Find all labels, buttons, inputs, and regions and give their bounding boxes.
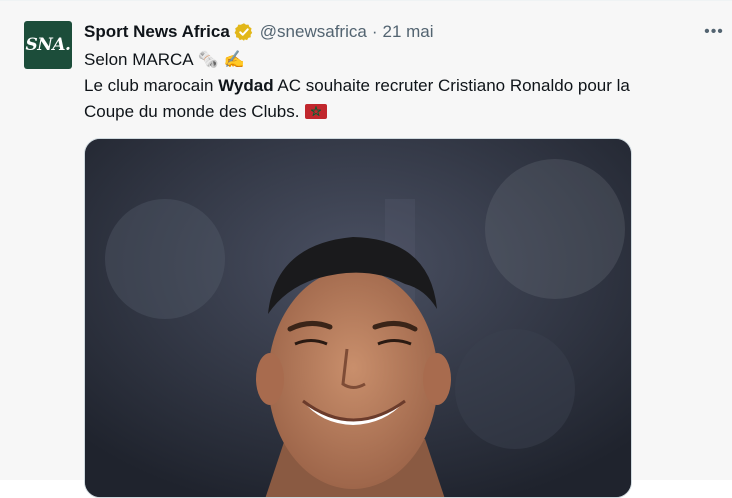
tweet-line-2-after: AC souhaite recruter Cristiano Ronaldo p… bbox=[273, 76, 630, 95]
tweet-line-2: Le club marocain Wydad AC souhaite recru… bbox=[84, 73, 724, 99]
tweet-header: Sport News Africa @snewsafrica · 21 mai bbox=[84, 21, 434, 43]
tweet-media-image[interactable] bbox=[84, 138, 632, 498]
tweet-line-1-text: Selon MARCA bbox=[84, 50, 194, 69]
tweet-line-2-before: Le club marocain bbox=[84, 76, 219, 95]
tweet-date[interactable]: 21 mai bbox=[382, 22, 433, 42]
player-photo bbox=[85, 139, 631, 497]
display-name[interactable]: Sport News Africa bbox=[84, 22, 230, 42]
avatar[interactable]: SNA. bbox=[24, 21, 72, 69]
newspaper-writing-emoji-icon: 🗞️ ✍️ bbox=[197, 50, 245, 69]
more-options-button[interactable]: ••• bbox=[700, 21, 728, 43]
tweet-line-3: Coupe du monde des Clubs. bbox=[84, 99, 724, 125]
avatar-logo-text: SNA. bbox=[25, 35, 71, 55]
tweet-card[interactable]: SNA. Sport News Africa @snewsafrica · 21… bbox=[0, 0, 732, 498]
more-icon: ••• bbox=[704, 23, 724, 40]
tweet-line-3-text: Coupe du monde des Clubs. bbox=[84, 102, 300, 121]
morocco-flag-icon bbox=[305, 104, 328, 119]
tweet-line-1: Selon MARCA 🗞️ ✍️ bbox=[84, 47, 724, 73]
verified-badge-icon bbox=[234, 22, 254, 42]
user-handle[interactable]: @snewsafrica bbox=[260, 22, 367, 42]
separator-dot: · bbox=[371, 22, 378, 41]
tweet-text: Selon MARCA 🗞️ ✍️ Le club marocain Wydad … bbox=[84, 47, 724, 125]
tweet-line-2-bold: Wydad bbox=[218, 76, 274, 95]
